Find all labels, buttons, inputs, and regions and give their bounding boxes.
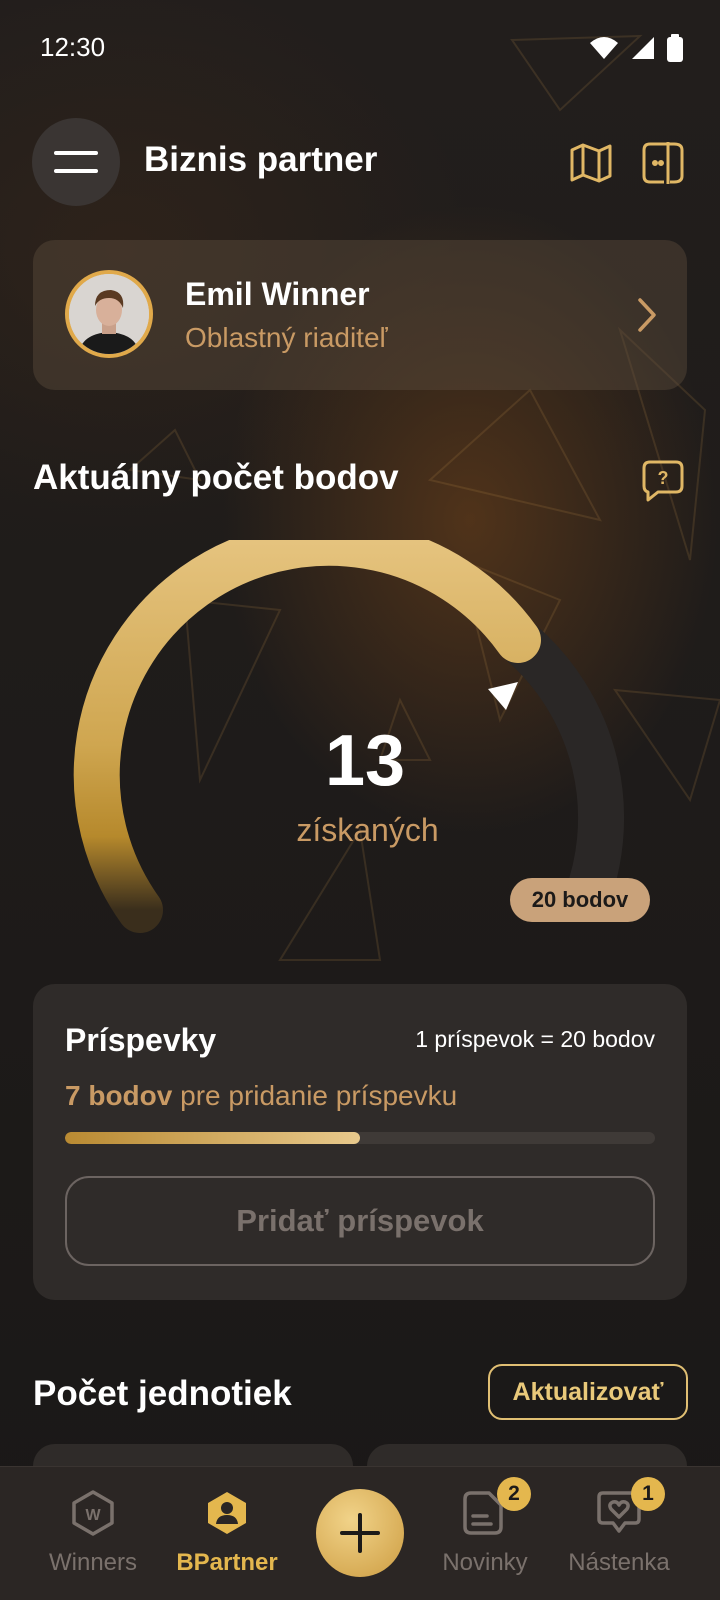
- menu-button[interactable]: [32, 118, 120, 206]
- winners-hex-icon: W: [72, 1490, 114, 1536]
- add-fab-button[interactable]: [316, 1489, 404, 1577]
- svg-text:W: W: [85, 1507, 101, 1524]
- svg-text:?: ?: [658, 468, 669, 488]
- nav-item-bpartner[interactable]: BPartner: [162, 1489, 292, 1589]
- bpartner-hex-icon: [208, 1492, 246, 1534]
- posts-rate: 1 príspevok = 20 bodov: [415, 1026, 655, 1052]
- help-chat-icon[interactable]: ?: [640, 458, 686, 504]
- cell-signal-icon: [632, 37, 654, 59]
- wifi-icon: [590, 37, 618, 59]
- posts-progress-bar: [65, 1132, 655, 1144]
- avatar: [65, 270, 153, 358]
- avatar-portrait-icon: [69, 274, 149, 354]
- map-icon[interactable]: [568, 140, 614, 186]
- nav-item-news[interactable]: 2 Novinky: [420, 1477, 550, 1589]
- points-caption: získaných: [296, 812, 439, 848]
- plus-icon: [340, 1513, 380, 1553]
- nav-label-news: Novinky: [442, 1549, 528, 1576]
- gauge-pointer: [488, 682, 518, 710]
- points-goal-badge: 20 bodov: [510, 878, 650, 922]
- status-icons: [588, 34, 684, 62]
- nav-label-winners: Winners: [48, 1549, 138, 1576]
- battery-icon: [667, 34, 683, 62]
- nav-label-board: Nástenka: [568, 1549, 670, 1576]
- posts-required-points: 7 bodov: [65, 1080, 173, 1111]
- status-time: 12:30: [40, 32, 106, 62]
- nav-item-board[interactable]: 1 Nástenka: [554, 1477, 684, 1589]
- board-badge: 1: [631, 1477, 665, 1511]
- posts-card: Príspevky 1 príspevok = 20 bodov 7 bodov…: [33, 984, 687, 1300]
- posts-progress-fill: [65, 1132, 360, 1144]
- posts-title: Príspevky: [65, 1022, 217, 1058]
- exit-door-icon[interactable]: [640, 140, 686, 186]
- profile-card[interactable]: Emil Winner Oblastný riaditeľ: [33, 240, 687, 390]
- update-button[interactable]: Aktualizovať: [488, 1364, 688, 1420]
- bottom-nav: W Winners BPartner 2 Novinky 1 Nástenka: [0, 1466, 720, 1600]
- chevron-right-icon: [638, 298, 656, 332]
- nav-item-winners[interactable]: W Winners: [28, 1489, 158, 1589]
- profile-name: Emil Winner: [185, 276, 370, 312]
- points-title: Aktuálny počet bodov: [33, 458, 399, 497]
- profile-role: Oblastný riaditeľ: [185, 322, 388, 353]
- add-post-button[interactable]: Pridať príspevok: [65, 1176, 655, 1266]
- news-badge: 2: [497, 1477, 531, 1511]
- units-title: Počet jednotiek: [33, 1374, 292, 1413]
- posts-requirement-note: 7 bodov pre pridanie príspevku: [65, 1080, 457, 1112]
- status-bar: 12:30: [0, 0, 720, 96]
- app-header: Biznis partner: [0, 118, 720, 206]
- hamburger-icon: [54, 151, 98, 173]
- page-title: Biznis partner: [144, 140, 378, 179]
- points-value: 13: [324, 721, 406, 801]
- posts-requirement-text: pre pridanie príspevku: [172, 1080, 458, 1111]
- nav-label-bpartner: BPartner: [176, 1549, 278, 1576]
